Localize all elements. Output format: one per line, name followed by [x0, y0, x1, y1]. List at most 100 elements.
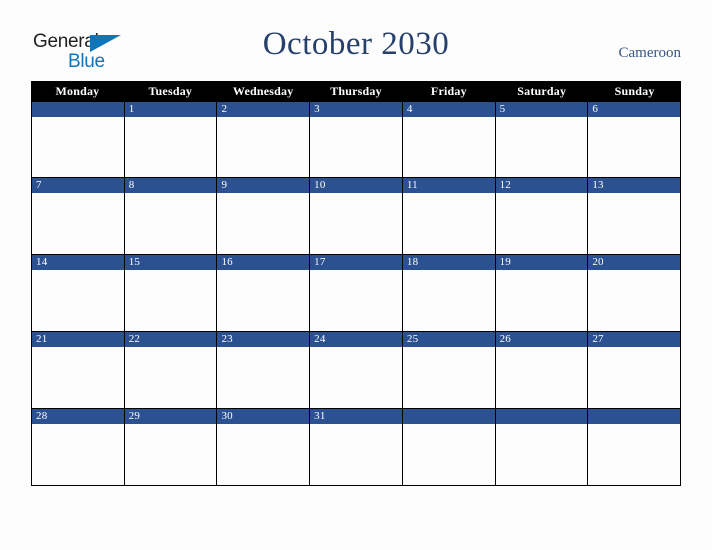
calendar-day-cell[interactable]: 22	[124, 332, 218, 408]
calendar-day-cell[interactable]: 14	[32, 255, 125, 331]
day-number: 13	[592, 179, 604, 191]
day-note-area[interactable]	[32, 193, 124, 254]
day-note-area[interactable]	[495, 193, 588, 254]
calendar-day-cell[interactable]: 1	[124, 102, 218, 177]
day-number: 2	[221, 103, 228, 115]
day-number: 12	[499, 179, 511, 191]
day-note-area[interactable]	[124, 424, 217, 485]
day-note-area[interactable]	[217, 347, 310, 408]
day-note-area[interactable]	[402, 270, 495, 331]
calendar-day-cell[interactable]: 30	[217, 409, 311, 485]
calendar-day-cell[interactable]: 26	[495, 332, 589, 408]
calendar-day-cell[interactable]: 16	[217, 255, 311, 331]
calendar-day-cell[interactable]: 10	[310, 178, 403, 254]
calendar-day-cell[interactable]: 12	[495, 178, 589, 254]
day-number: 17	[314, 256, 326, 268]
day-number: 16	[221, 256, 233, 268]
calendar-week-row: 21 22 23 24 25 26 27	[31, 332, 682, 409]
calendar-grid: Monday Tuesday Wednesday Thursday Friday Satu…	[31, 81, 682, 486]
day-note-area[interactable]	[217, 193, 310, 254]
day-note-area[interactable]	[310, 424, 402, 485]
day-note-area[interactable]	[588, 193, 681, 254]
day-number: 26	[499, 333, 511, 345]
day-note-area[interactable]	[495, 117, 588, 177]
day-number: 6	[592, 103, 599, 115]
calendar-day-cell-empty[interactable]	[32, 102, 125, 177]
day-note-area[interactable]	[588, 347, 681, 408]
day-number-band: 5	[495, 102, 588, 117]
day-number-band	[495, 409, 588, 424]
day-note-area[interactable]	[588, 270, 681, 331]
calendar-day-cell[interactable]: 28	[32, 409, 125, 485]
calendar-day-cell-empty[interactable]	[495, 409, 589, 485]
weekday-header-monday: Monday	[55, 84, 100, 98]
day-note-area[interactable]	[310, 270, 402, 331]
weekday-header-row: Monday Tuesday Wednesday Thursday Friday Satu…	[31, 81, 681, 101]
calendar-day-cell[interactable]: 13	[588, 178, 682, 254]
calendar-day-cell[interactable]: 20	[588, 255, 682, 331]
calendar-day-cell-empty[interactable]	[588, 409, 682, 485]
page-title: October 2030	[262, 26, 450, 62]
day-note-area[interactable]	[495, 270, 588, 331]
day-note-area[interactable]	[32, 117, 124, 177]
day-number-band: 3	[310, 102, 402, 117]
day-number: 3	[314, 103, 320, 115]
day-note-area[interactable]	[124, 270, 217, 331]
calendar-day-cell[interactable]: 25	[402, 332, 496, 408]
day-number: 7	[36, 179, 42, 191]
weekday-header-saturday: Saturday	[517, 84, 567, 98]
day-note-area[interactable]	[310, 193, 402, 254]
calendar-day-cell[interactable]: 3	[310, 102, 403, 177]
day-note-area[interactable]	[402, 424, 495, 485]
day-number: 30	[221, 410, 233, 422]
day-number-band	[588, 409, 681, 424]
day-note-area[interactable]	[32, 424, 124, 485]
calendar-day-cell[interactable]: 29	[124, 409, 218, 485]
day-note-area[interactable]	[402, 117, 495, 177]
calendar-day-cell[interactable]: 9	[217, 178, 311, 254]
day-note-area[interactable]	[310, 117, 402, 177]
calendar-day-cell-empty[interactable]	[402, 409, 496, 485]
calendar-day-cell[interactable]: 27	[588, 332, 682, 408]
calendar-day-cell[interactable]: 5	[495, 102, 589, 177]
day-number: 19	[499, 256, 511, 268]
day-note-area[interactable]	[124, 193, 217, 254]
calendar-day-cell[interactable]: 19	[495, 255, 589, 331]
day-note-area[interactable]	[32, 270, 124, 331]
day-note-area[interactable]	[124, 117, 217, 177]
day-note-area[interactable]	[217, 270, 310, 331]
calendar-day-cell[interactable]: 23	[217, 332, 311, 408]
calendar-day-cell[interactable]: 4	[402, 102, 496, 177]
calendar-day-cell[interactable]: 18	[402, 255, 496, 331]
calendar-day-cell[interactable]: 21	[32, 332, 125, 408]
day-note-area[interactable]	[217, 117, 310, 177]
calendar-week-row: 1 2 3 4 5 6	[31, 101, 682, 178]
calendar-day-cell[interactable]: 15	[124, 255, 218, 331]
day-note-area[interactable]	[495, 347, 588, 408]
day-number: 31	[314, 410, 326, 422]
day-number-band: 20	[588, 255, 681, 270]
day-note-area[interactable]	[124, 347, 217, 408]
day-number: 4	[406, 103, 413, 115]
calendar-day-cell[interactable]: 17	[310, 255, 403, 331]
day-note-area[interactable]	[495, 424, 588, 485]
day-note-area[interactable]	[310, 347, 402, 408]
day-note-area[interactable]	[588, 424, 681, 485]
weekday-header-friday: Friday	[430, 84, 467, 98]
calendar-day-cell[interactable]: 31	[310, 409, 403, 485]
day-number: 20	[592, 256, 604, 268]
calendar-day-cell[interactable]: 24	[310, 332, 403, 408]
calendar-day-cell[interactable]: 8	[124, 178, 218, 254]
day-note-area[interactable]	[217, 424, 310, 485]
calendar-day-cell[interactable]: 2	[217, 102, 311, 177]
calendar-day-cell[interactable]: 6	[588, 102, 682, 177]
day-number: 15	[128, 256, 141, 268]
calendar-day-cell[interactable]: 7	[32, 178, 125, 254]
day-note-area[interactable]	[402, 193, 495, 254]
day-note-area[interactable]	[588, 117, 681, 177]
day-note-area[interactable]	[32, 347, 124, 408]
calendar-day-cell[interactable]: 11	[402, 178, 496, 254]
day-number-band: 17	[310, 255, 402, 270]
day-note-area[interactable]	[402, 347, 495, 408]
day-number-band: 7	[32, 178, 124, 193]
